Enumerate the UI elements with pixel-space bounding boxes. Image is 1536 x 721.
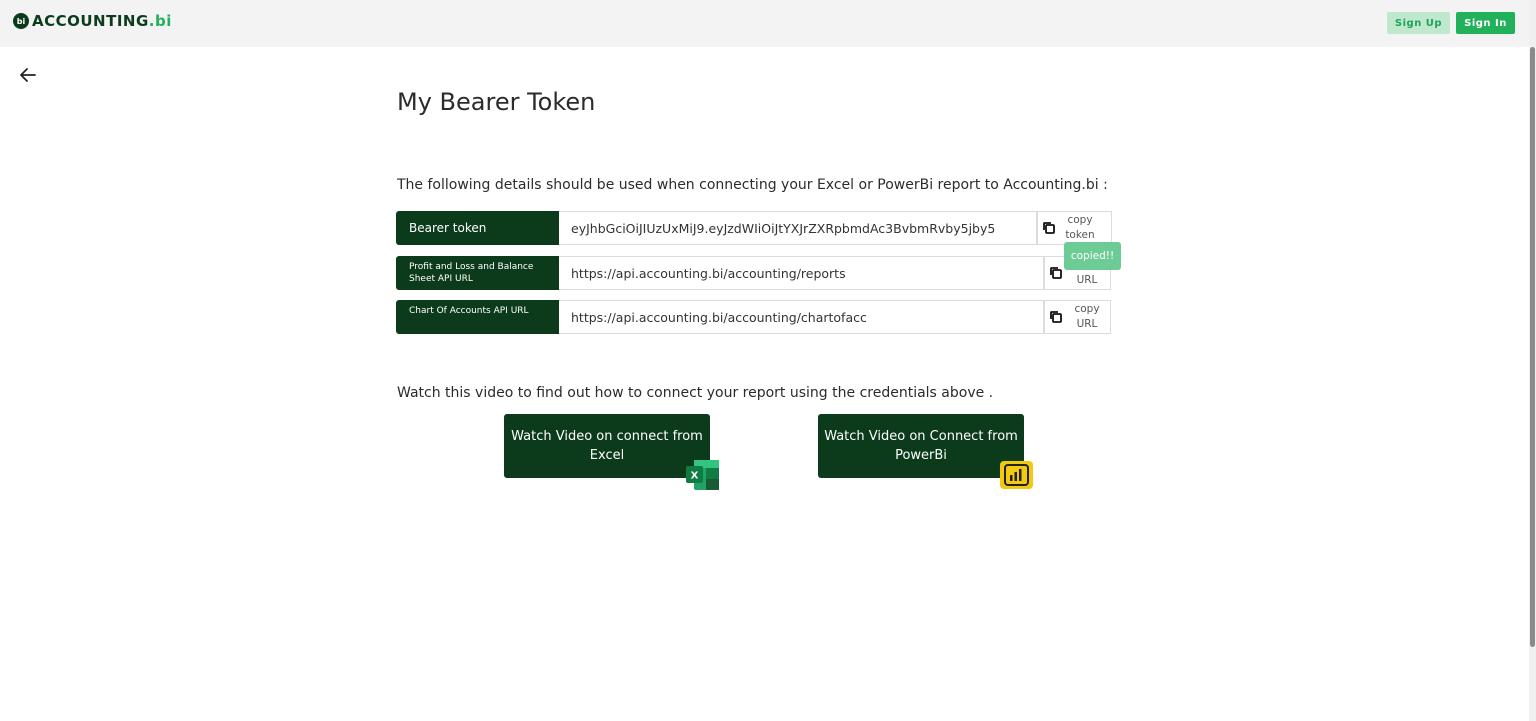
powerbi-icon	[1000, 461, 1033, 489]
coa-url-row: Chart Of Accounts API URL https://api.ac…	[396, 300, 1111, 334]
copy-token-button[interactable]: copy token	[1037, 211, 1112, 245]
pnl-url-row: Profit and Loss and Balance Sheet API UR…	[396, 256, 1111, 290]
watch-excel-video-label: Watch Video on connect from Excel	[511, 429, 703, 463]
copy-icon	[1048, 309, 1064, 325]
bearer-token-label: Bearer token	[396, 211, 559, 245]
logo-text-suffix: .bi	[148, 12, 172, 30]
copy-icon	[1048, 265, 1064, 281]
bearer-token-field[interactable]: eyJhbGciOiJIUzUxMiJ9.eyJzdWIiOiJtYXJrZXR…	[559, 211, 1037, 245]
logo-text: ACCOUNTING.bi	[32, 12, 172, 30]
sign-up-button[interactable]: Sign Up	[1387, 12, 1450, 34]
watch-video-text: Watch this video to find out how to conn…	[397, 385, 994, 401]
copied-tooltip: copied!!	[1064, 242, 1121, 270]
top-bar: bi ACCOUNTING.bi Sign Up Sign In	[0, 0, 1529, 47]
pnl-url-field[interactable]: https://api.accounting.bi/accounting/rep…	[559, 256, 1044, 290]
copy-token-line1: copy	[1067, 214, 1093, 226]
copy-coa-line2: URL	[1076, 318, 1098, 330]
copy-icon	[1041, 220, 1057, 236]
scrollbar-thumb[interactable]	[1530, 47, 1535, 647]
intro-text: The following details should be used whe…	[397, 177, 1108, 193]
logo-mark-text: bi	[16, 16, 26, 26]
logo-text-main: ACCOUNTING	[32, 12, 149, 30]
copy-coa-url-label: copy URL	[1064, 302, 1110, 332]
logo[interactable]: bi ACCOUNTING.bi	[13, 11, 172, 31]
watch-powerbi-video-button[interactable]: Watch Video on Connect from PowerBi	[818, 414, 1024, 478]
watch-powerbi-video-label: Watch Video on Connect from PowerBi	[824, 429, 1018, 463]
excel-icon: X	[686, 460, 719, 490]
bearer-token-row: Bearer token eyJhbGciOiJIUzUxMiJ9.eyJzdW…	[396, 211, 1112, 245]
logo-mark-icon: bi	[13, 13, 29, 29]
copy-coa-line1: copy	[1074, 303, 1100, 315]
copy-token-line2: token	[1065, 229, 1095, 241]
scrollbar[interactable]	[1529, 0, 1536, 721]
coa-url-label: Chart Of Accounts API URL	[396, 300, 559, 334]
sign-in-button[interactable]: Sign In	[1456, 12, 1515, 34]
arrow-left-icon[interactable]	[19, 66, 41, 88]
coa-url-field[interactable]: https://api.accounting.bi/accounting/cha…	[559, 300, 1044, 334]
watch-excel-video-button[interactable]: Watch Video on connect from Excel	[504, 414, 710, 478]
copy-token-label: copy token	[1057, 213, 1103, 243]
svg-text:X: X	[691, 471, 699, 482]
pnl-url-label: Profit and Loss and Balance Sheet API UR…	[396, 256, 559, 290]
copy-pnl-line2: URL	[1076, 274, 1098, 286]
page-title: My Bearer Token	[397, 88, 596, 116]
copy-coa-url-button[interactable]: copy URL	[1044, 300, 1111, 334]
